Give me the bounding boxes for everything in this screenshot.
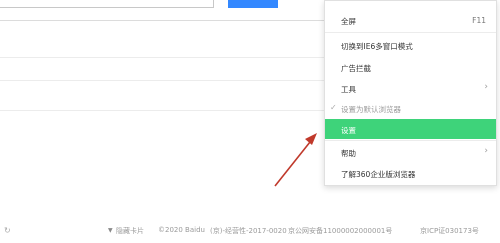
arrow-shaft (274, 136, 315, 187)
annotation-arrow (274, 133, 317, 187)
arrow-head (305, 133, 317, 145)
